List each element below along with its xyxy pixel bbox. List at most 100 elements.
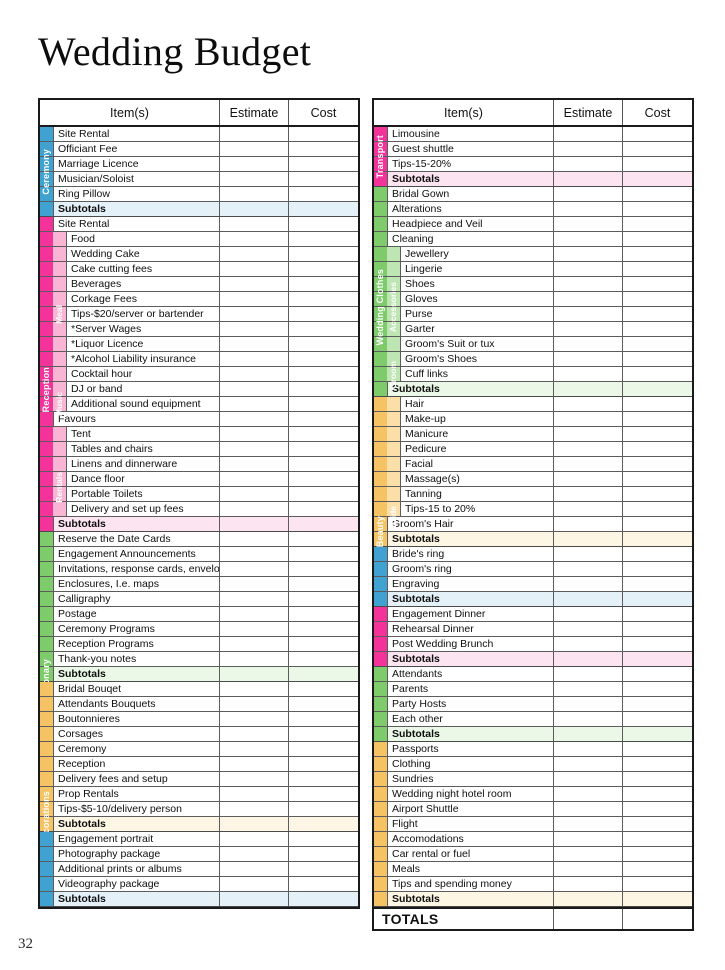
- estimate-cell[interactable]: [220, 337, 289, 351]
- cost-cell[interactable]: [289, 142, 358, 156]
- cost-cell[interactable]: [623, 472, 692, 486]
- cost-cell[interactable]: [623, 202, 692, 216]
- estimate-cell[interactable]: [554, 292, 623, 306]
- cost-cell[interactable]: [289, 667, 358, 681]
- estimate-cell[interactable]: [220, 577, 289, 591]
- estimate-cell[interactable]: [220, 592, 289, 606]
- estimate-cell[interactable]: [220, 367, 289, 381]
- estimate-cell[interactable]: [220, 787, 289, 801]
- cost-cell[interactable]: [289, 757, 358, 771]
- estimate-cell[interactable]: [220, 382, 289, 396]
- estimate-cell[interactable]: [554, 142, 623, 156]
- cost-cell[interactable]: [289, 697, 358, 711]
- estimate-cell[interactable]: [554, 307, 623, 321]
- estimate-cell[interactable]: [220, 142, 289, 156]
- cost-cell[interactable]: [289, 247, 358, 261]
- estimate-cell[interactable]: [220, 742, 289, 756]
- cost-cell[interactable]: [623, 262, 692, 276]
- cost-cell[interactable]: [623, 817, 692, 831]
- cost-cell[interactable]: [623, 427, 692, 441]
- cost-cell[interactable]: [623, 727, 692, 741]
- cost-cell[interactable]: [623, 307, 692, 321]
- cost-cell[interactable]: [289, 607, 358, 621]
- cost-cell[interactable]: [623, 127, 692, 141]
- cost-cell[interactable]: [289, 202, 358, 216]
- cost-cell[interactable]: [623, 457, 692, 471]
- cost-cell[interactable]: [623, 442, 692, 456]
- cost-cell[interactable]: [289, 382, 358, 396]
- estimate-cell[interactable]: [220, 217, 289, 231]
- cost-cell[interactable]: [289, 772, 358, 786]
- cost-cell[interactable]: [289, 637, 358, 651]
- cost-cell[interactable]: [623, 757, 692, 771]
- estimate-cell[interactable]: [554, 352, 623, 366]
- cost-cell[interactable]: [623, 352, 692, 366]
- estimate-cell[interactable]: [220, 712, 289, 726]
- estimate-cell[interactable]: [220, 292, 289, 306]
- cost-cell[interactable]: [623, 892, 692, 906]
- cost-cell[interactable]: [623, 367, 692, 381]
- estimate-cell[interactable]: [220, 697, 289, 711]
- estimate-cell[interactable]: [554, 682, 623, 696]
- estimate-cell[interactable]: [220, 427, 289, 441]
- cost-cell[interactable]: [289, 832, 358, 846]
- cost-cell[interactable]: [289, 787, 358, 801]
- estimate-cell[interactable]: [554, 592, 623, 606]
- estimate-cell[interactable]: [220, 412, 289, 426]
- cost-cell[interactable]: [623, 412, 692, 426]
- estimate-cell[interactable]: [220, 232, 289, 246]
- cost-cell[interactable]: [289, 712, 358, 726]
- cost-cell[interactable]: [289, 862, 358, 876]
- cost-cell[interactable]: [623, 232, 692, 246]
- cost-cell[interactable]: [289, 262, 358, 276]
- estimate-cell[interactable]: [554, 202, 623, 216]
- cost-cell[interactable]: [289, 652, 358, 666]
- estimate-cell[interactable]: [554, 472, 623, 486]
- estimate-cell[interactable]: [220, 757, 289, 771]
- cost-cell[interactable]: [623, 172, 692, 186]
- estimate-cell[interactable]: [554, 217, 623, 231]
- cost-cell[interactable]: [289, 352, 358, 366]
- estimate-cell[interactable]: [554, 637, 623, 651]
- cost-cell[interactable]: [289, 337, 358, 351]
- estimate-cell[interactable]: [220, 352, 289, 366]
- estimate-cell[interactable]: [554, 817, 623, 831]
- estimate-cell[interactable]: [554, 787, 623, 801]
- estimate-cell[interactable]: [554, 802, 623, 816]
- estimate-cell[interactable]: [554, 712, 623, 726]
- cost-cell[interactable]: [289, 292, 358, 306]
- estimate-cell[interactable]: [220, 682, 289, 696]
- estimate-cell[interactable]: [220, 472, 289, 486]
- estimate-cell[interactable]: [554, 892, 623, 906]
- cost-cell[interactable]: [623, 862, 692, 876]
- cost-cell[interactable]: [289, 442, 358, 456]
- cost-cell[interactable]: [289, 412, 358, 426]
- cost-cell[interactable]: [289, 232, 358, 246]
- cost-cell[interactable]: [623, 517, 692, 531]
- estimate-cell[interactable]: [220, 802, 289, 816]
- cost-cell[interactable]: [623, 742, 692, 756]
- estimate-cell[interactable]: [554, 832, 623, 846]
- estimate-cell[interactable]: [554, 442, 623, 456]
- estimate-cell[interactable]: [554, 247, 623, 261]
- estimate-cell[interactable]: [554, 772, 623, 786]
- cost-cell[interactable]: [289, 727, 358, 741]
- cost-cell[interactable]: [623, 607, 692, 621]
- cost-cell[interactable]: [623, 592, 692, 606]
- cost-cell[interactable]: [623, 187, 692, 201]
- estimate-cell[interactable]: [554, 187, 623, 201]
- cost-cell[interactable]: [289, 307, 358, 321]
- estimate-cell[interactable]: [554, 322, 623, 336]
- cost-cell[interactable]: [289, 802, 358, 816]
- estimate-cell[interactable]: [220, 157, 289, 171]
- cost-cell[interactable]: [623, 802, 692, 816]
- cost-cell[interactable]: [623, 277, 692, 291]
- cost-cell[interactable]: [623, 909, 692, 929]
- estimate-cell[interactable]: [220, 247, 289, 261]
- cost-cell[interactable]: [623, 697, 692, 711]
- cost-cell[interactable]: [289, 172, 358, 186]
- estimate-cell[interactable]: [554, 262, 623, 276]
- cost-cell[interactable]: [623, 502, 692, 516]
- cost-cell[interactable]: [289, 322, 358, 336]
- cost-cell[interactable]: [289, 742, 358, 756]
